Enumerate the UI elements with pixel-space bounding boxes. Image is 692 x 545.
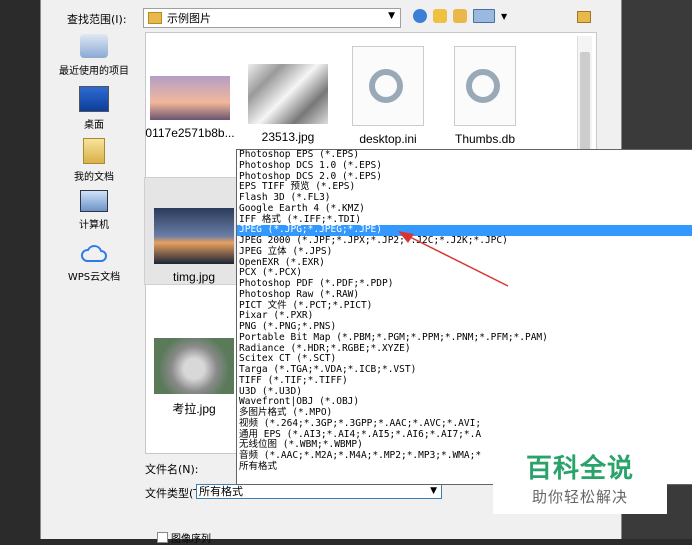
file-item[interactable]: Thumbs.db xyxy=(437,46,533,146)
place-label: WPS云文档 xyxy=(67,272,121,283)
place-computer[interactable]: 计算机 xyxy=(79,190,109,240)
view-menu-icon[interactable] xyxy=(473,9,495,23)
watermark-logo: 百科全说 助你轻松解决 xyxy=(493,440,667,514)
filetype-option[interactable]: Google Earth 4 (*.KMZ) xyxy=(237,203,692,215)
back-icon[interactable] xyxy=(413,9,427,23)
place-label: 我的文档 xyxy=(74,172,114,183)
gear-icon xyxy=(466,69,500,103)
file-item[interactable]: 0117e2571b8b... xyxy=(142,76,238,140)
lookin-label: 查找范围(I): xyxy=(67,13,127,26)
folder-options-icon[interactable] xyxy=(577,11,591,23)
file-name: 考拉.jpg xyxy=(172,402,216,416)
place-desktop[interactable]: 桌面 xyxy=(79,86,109,136)
view-chevron-icon[interactable]: ▼ xyxy=(501,12,507,21)
filetype-value: 所有格式 xyxy=(199,485,243,498)
filetype-combobox[interactable]: 所有格式 ▼ xyxy=(196,484,442,499)
watermark-subtitle: 助你轻松解决 xyxy=(531,488,628,506)
lookin-combobox[interactable]: 示例图片 ▼ xyxy=(143,8,401,28)
filetype-option[interactable]: JPEG 立体 (*.JPS) xyxy=(237,246,692,258)
place-recent[interactable]: 最近使用的项目 xyxy=(59,34,129,84)
file-name: timg.jpg xyxy=(172,270,216,284)
image-thumbnail xyxy=(154,208,234,264)
file-item[interactable]: 23513.jpg xyxy=(240,64,336,144)
file-item[interactable]: desktop.ini xyxy=(340,46,436,146)
filetype-option[interactable]: Portable Bit Map (*.PBM;*.PGM;*.PPM;*.PN… xyxy=(237,332,692,344)
file-name: 23513.jpg xyxy=(261,130,315,144)
image-thumbnail xyxy=(248,64,328,124)
dialog-toolbar: ▼ xyxy=(413,9,507,23)
filetype-option[interactable]: OpenEXR (*.EXR) xyxy=(237,257,692,269)
scrollbar-thumb[interactable] xyxy=(580,52,590,152)
filetype-option[interactable]: TIFF (*.TIF;*.TIFF) xyxy=(237,375,692,387)
file-name: Thumbs.db xyxy=(454,132,516,146)
place-label: 桌面 xyxy=(84,120,104,131)
database-file-icon xyxy=(454,46,516,126)
filetype-option[interactable]: Photoshop Raw (*.RAW) xyxy=(237,289,692,301)
place-wps-cloud[interactable]: WPS云文档 xyxy=(68,242,120,292)
folder-icon xyxy=(148,12,162,24)
file-item[interactable]: 考拉.jpg xyxy=(146,338,242,417)
image-thumbnail xyxy=(154,338,234,394)
file-item[interactable]: timg.jpg xyxy=(146,208,242,284)
image-sequence-checkbox[interactable]: 图像序列 xyxy=(157,530,211,545)
checkbox-label: 图像序列 xyxy=(171,534,211,545)
chevron-down-icon[interactable]: ▼ xyxy=(388,11,395,21)
cloud-icon xyxy=(80,245,107,262)
filetype-option[interactable]: 视频 (*.264;*.3GP;*.3GPP;*.AAC;*.AVC;*.AVI… xyxy=(237,418,692,430)
checkbox-box[interactable] xyxy=(157,532,168,543)
recent-items-icon xyxy=(80,34,108,58)
documents-icon xyxy=(83,138,105,164)
places-bar: 最近使用的项目 桌面 我的文档 计算机 WPS云文档 xyxy=(51,32,137,292)
up-folder-icon[interactable] xyxy=(433,9,447,23)
place-label: 计算机 xyxy=(79,220,109,231)
file-name: 0117e2571b8b... xyxy=(145,126,235,140)
new-folder-icon[interactable] xyxy=(453,9,467,23)
filetype-dropdown-list[interactable]: Photoshop EPS (*.EPS) Photoshop DCS 1.0 (… xyxy=(236,149,692,485)
watermark-title: 百科全说 xyxy=(525,454,634,484)
computer-icon xyxy=(80,190,108,212)
image-thumbnail xyxy=(150,76,230,120)
lookin-value: 示例图片 xyxy=(167,12,211,25)
filename-label: 文件名(N): xyxy=(145,463,199,476)
place-label: 最近使用的项目 xyxy=(59,66,129,77)
desktop-icon xyxy=(79,86,109,112)
place-documents[interactable]: 我的文档 xyxy=(74,138,114,188)
gear-icon xyxy=(369,69,403,103)
settings-file-icon xyxy=(352,46,424,126)
chevron-down-icon[interactable]: ▼ xyxy=(430,485,437,498)
filetype-option[interactable]: Photoshop DCS 1.0 (*.EPS) xyxy=(237,160,692,172)
file-name: desktop.ini xyxy=(359,132,417,146)
